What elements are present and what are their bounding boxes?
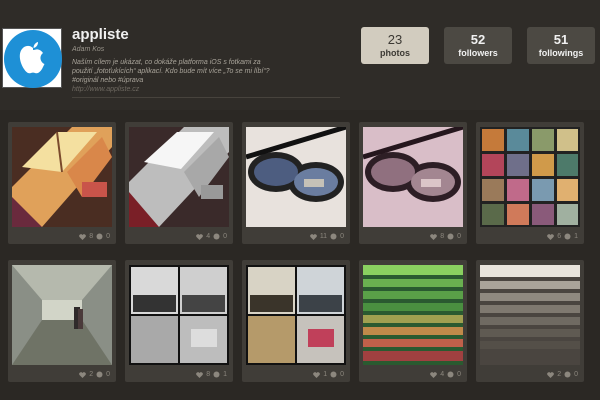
- photo-meta: 6 1: [547, 233, 578, 240]
- divider: [72, 97, 340, 98]
- comment-icon[interactable]: [96, 371, 103, 378]
- comment-count: 0: [106, 233, 110, 240]
- like-count: 8: [440, 233, 445, 240]
- photo-meta: 1 0: [313, 371, 344, 378]
- comment-icon[interactable]: [213, 371, 220, 378]
- heart-icon[interactable]: [430, 371, 437, 378]
- photo-meta: 4 0: [196, 233, 227, 240]
- photo-thumbnail[interactable]: [12, 265, 112, 365]
- photo-meta: 8 1: [196, 371, 227, 378]
- heart-icon[interactable]: [79, 371, 86, 378]
- like-count: 4: [206, 233, 211, 240]
- photo-meta: 2 0: [547, 371, 578, 378]
- heart-icon[interactable]: [196, 233, 203, 240]
- comment-icon[interactable]: [447, 371, 454, 378]
- like-count: 1: [323, 371, 328, 378]
- photo-thumbnail[interactable]: [480, 127, 580, 227]
- stat-followings[interactable]: 51 followings: [527, 27, 595, 64]
- stat-photos[interactable]: 23 photos: [361, 27, 429, 64]
- comment-icon[interactable]: [96, 233, 103, 240]
- photo-tile[interactable]: 2 0: [8, 260, 116, 382]
- photo-tile[interactable]: 8 1: [125, 260, 233, 382]
- stat-followings-value: 51: [553, 32, 569, 47]
- comment-count: 0: [106, 371, 110, 378]
- comment-count: 1: [574, 233, 578, 240]
- photo-tile[interactable]: 4 0: [359, 260, 467, 382]
- photo-thumbnail[interactable]: [363, 265, 463, 365]
- apple-logo-icon: [4, 30, 62, 88]
- comment-count: 0: [340, 233, 344, 240]
- photo-tile[interactable]: 8 0: [8, 122, 116, 244]
- comment-count: 0: [457, 233, 461, 240]
- photo-meta: 11 0: [310, 233, 344, 240]
- stat-followers[interactable]: 52 followers: [444, 27, 512, 64]
- like-count: 8: [206, 371, 211, 378]
- photo-meta: 8 0: [430, 233, 461, 240]
- comment-icon[interactable]: [564, 371, 571, 378]
- photo-meta: 2 0: [79, 371, 110, 378]
- profile-bio: Naším cílem je ukázat, co dokáže platfor…: [72, 59, 270, 84]
- heart-icon[interactable]: [313, 371, 320, 378]
- photo-thumbnail[interactable]: [246, 265, 346, 365]
- profile-avatar[interactable]: [2, 28, 62, 88]
- photo-meta: 4 0: [430, 371, 461, 378]
- photo-thumbnail[interactable]: [363, 127, 463, 227]
- profile-header: appliste Adam Kos Naším cílem je ukázat,…: [0, 0, 600, 110]
- comment-count: 1: [223, 371, 227, 378]
- stat-followers-label: followers: [458, 48, 498, 58]
- like-count: 8: [89, 233, 94, 240]
- comment-count: 0: [574, 371, 578, 378]
- stat-followings-label: followings: [538, 48, 584, 58]
- photo-meta: 8 0: [79, 233, 110, 240]
- photo-thumbnail[interactable]: [480, 265, 580, 365]
- photo-tile[interactable]: 1 0: [242, 260, 350, 382]
- photo-tile[interactable]: 11 0: [242, 122, 350, 244]
- photo-thumbnail[interactable]: [12, 127, 112, 227]
- comment-count: 0: [457, 371, 461, 378]
- comment-icon[interactable]: [213, 233, 220, 240]
- photo-tile[interactable]: 8 0: [359, 122, 467, 244]
- profile-author: Adam Kos: [72, 46, 105, 53]
- profile-url[interactable]: http://www.appliste.cz: [72, 86, 139, 93]
- profile-name[interactable]: appliste: [72, 26, 129, 43]
- heart-icon[interactable]: [79, 233, 86, 240]
- photo-thumbnail[interactable]: [246, 127, 346, 227]
- photo-tile[interactable]: 4 0: [125, 122, 233, 244]
- photo-tile[interactable]: 2 0: [476, 260, 584, 382]
- stat-photos-value: 23: [387, 32, 403, 47]
- like-count: 2: [557, 371, 562, 378]
- like-count: 2: [89, 371, 94, 378]
- stat-photos-label: photos: [380, 48, 410, 58]
- comment-icon[interactable]: [330, 233, 337, 240]
- heart-icon[interactable]: [310, 233, 317, 240]
- heart-icon[interactable]: [547, 371, 554, 378]
- like-count: 6: [557, 233, 562, 240]
- like-count: 4: [440, 371, 445, 378]
- like-count: 11: [319, 233, 328, 240]
- stat-followers-value: 52: [470, 32, 486, 47]
- comment-icon[interactable]: [447, 233, 454, 240]
- heart-icon[interactable]: [547, 233, 554, 240]
- photo-thumbnail[interactable]: [129, 127, 229, 227]
- comment-count: 0: [223, 233, 227, 240]
- photo-tile[interactable]: 6 1: [476, 122, 584, 244]
- comment-icon[interactable]: [330, 371, 337, 378]
- comment-count: 0: [340, 371, 344, 378]
- comment-icon[interactable]: [564, 233, 571, 240]
- photo-thumbnail[interactable]: [129, 265, 229, 365]
- heart-icon[interactable]: [430, 233, 437, 240]
- heart-icon[interactable]: [196, 371, 203, 378]
